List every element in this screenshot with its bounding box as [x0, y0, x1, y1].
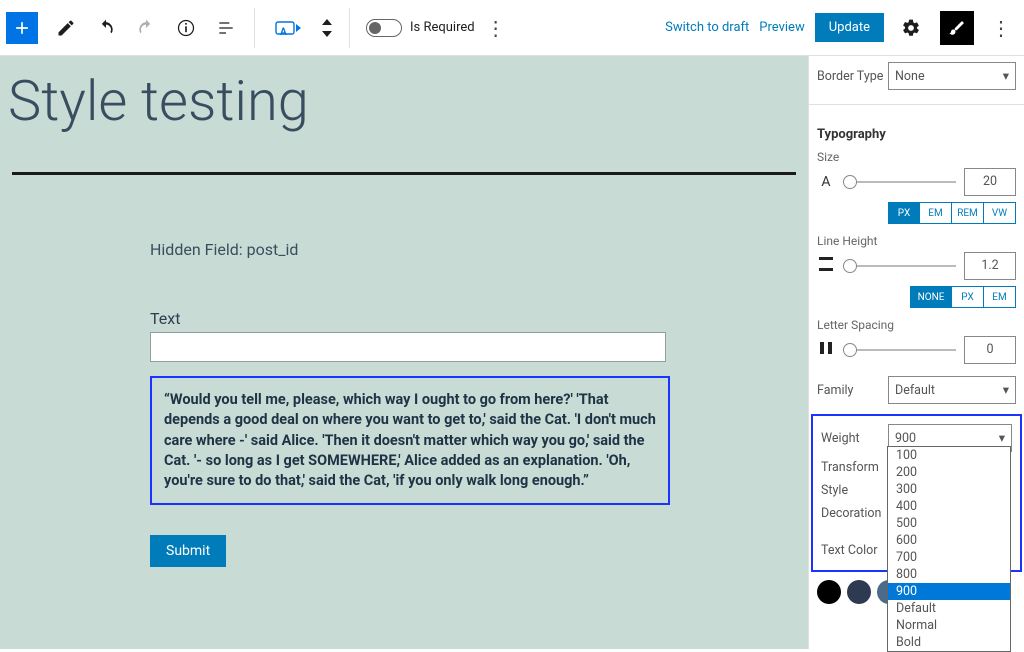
size-units: PX EM REM VW — [809, 198, 1024, 228]
edit-button[interactable] — [48, 10, 84, 46]
svg-text:A: A — [280, 27, 287, 38]
is-required-label: Is Required — [410, 20, 475, 35]
weight-option[interactable]: 200 — [888, 464, 1010, 481]
border-type-label: Border Type — [817, 69, 883, 84]
chevron-down-icon: ▾ — [1003, 68, 1009, 84]
line-height-label: Line Height — [809, 228, 1024, 250]
color-swatch[interactable] — [847, 580, 871, 604]
update-button[interactable]: Update — [815, 13, 884, 42]
form-zone: Hidden Field: post_id Text “Would you te… — [150, 240, 658, 567]
weight-option[interactable]: 700 — [888, 549, 1010, 566]
is-required-toggle[interactable] — [366, 19, 402, 37]
info-button[interactable] — [168, 10, 204, 46]
letter-spacing-value[interactable]: 0 — [964, 336, 1016, 364]
typography-heading: Typography — [809, 115, 1024, 144]
weight-option[interactable]: Normal — [888, 617, 1010, 634]
text-color-label: Text Color — [821, 543, 878, 558]
submit-button[interactable]: Submit — [150, 535, 226, 567]
weight-option[interactable]: 800 — [888, 566, 1010, 583]
weight-group-highlight: Weight 900 ▾ 100200300400500600700800900… — [811, 414, 1022, 572]
font-size-icon: A — [817, 174, 835, 190]
settings-button[interactable] — [894, 11, 928, 45]
unit-px[interactable]: PX — [888, 202, 920, 224]
weight-option[interactable]: 400 — [888, 498, 1010, 515]
lineheight-units: NONE PX EM — [809, 282, 1024, 312]
decoration-label: Decoration — [821, 506, 881, 521]
unit-lh-px[interactable]: PX — [952, 286, 984, 308]
text-label: Text — [150, 309, 658, 328]
toolbar-left: A Is Required ⋮ — [6, 8, 513, 48]
size-slider[interactable] — [843, 181, 956, 183]
transform-label: Transform — [821, 460, 879, 475]
unit-vw[interactable]: VW — [984, 202, 1016, 224]
color-swatch[interactable] — [817, 580, 841, 604]
styles-button[interactable] — [940, 11, 974, 45]
weight-dropdown: 100200300400500600700800900DefaultNormal… — [887, 446, 1011, 652]
toolbar-separator — [254, 8, 255, 48]
unit-none[interactable]: NONE — [910, 286, 952, 308]
hidden-field-label: Hidden Field: post_id — [150, 240, 658, 259]
size-label: Size — [809, 144, 1024, 166]
weight-option[interactable]: 900 — [888, 583, 1010, 600]
style-sidebar: Border Type None ▾ Typography Size A 20 … — [808, 56, 1024, 649]
top-toolbar: A Is Required ⋮ Switch to draft Preview … — [0, 0, 1024, 56]
quote-block[interactable]: “Would you tell me, please, which way I … — [150, 376, 670, 505]
chevron-down-icon: ▾ — [1003, 382, 1009, 398]
weight-option[interactable]: 300 — [888, 481, 1010, 498]
redo-button[interactable] — [128, 10, 164, 46]
unit-lh-em[interactable]: EM — [984, 286, 1016, 308]
page-hr — [12, 172, 796, 175]
editor-canvas: Style testing Hidden Field: post_id Text… — [0, 56, 808, 649]
letter-spacing-slider[interactable] — [843, 349, 956, 351]
style-label: Style — [821, 483, 848, 498]
preview-button[interactable]: Preview — [759, 20, 804, 35]
text-input[interactable] — [150, 332, 666, 362]
size-value[interactable]: 20 — [964, 168, 1016, 196]
move-up-down-button[interactable] — [315, 10, 339, 46]
switch-to-draft-button[interactable]: Switch to draft — [665, 20, 749, 35]
blocktype-button[interactable]: A — [265, 10, 311, 46]
page-title[interactable]: Style testing — [8, 68, 808, 134]
border-type-select[interactable]: None ▾ — [888, 62, 1016, 90]
main-more-menu[interactable]: ⋮ — [984, 10, 1018, 46]
block-more-menu[interactable]: ⋮ — [479, 10, 513, 46]
toolbar-right: Switch to draft Preview Update ⋮ — [665, 10, 1018, 46]
family-value: Default — [895, 383, 935, 398]
weight-option[interactable]: Bold — [888, 634, 1010, 651]
letter-spacing-icon — [817, 340, 835, 360]
chevron-down-icon: ▾ — [999, 430, 1005, 446]
border-type-value: None — [895, 69, 925, 84]
line-height-icon — [817, 256, 835, 276]
family-select[interactable]: Default ▾ — [888, 376, 1016, 404]
unit-rem[interactable]: REM — [952, 202, 984, 224]
weight-option[interactable]: 500 — [888, 515, 1010, 532]
letter-spacing-label: Letter Spacing — [809, 312, 1024, 334]
undo-button[interactable] — [88, 10, 124, 46]
weight-label: Weight — [821, 431, 860, 446]
line-height-value[interactable]: 1.2 — [964, 252, 1016, 280]
line-height-slider[interactable] — [843, 265, 956, 267]
weight-option[interactable]: Default — [888, 600, 1010, 617]
weight-option[interactable]: 600 — [888, 532, 1010, 549]
list-view-button[interactable] — [208, 10, 244, 46]
unit-em[interactable]: EM — [920, 202, 952, 224]
family-label: Family — [817, 383, 853, 398]
weight-value: 900 — [895, 431, 916, 446]
toolbar-separator-2 — [349, 8, 350, 48]
add-block-button[interactable] — [6, 12, 38, 44]
weight-option[interactable]: 100 — [888, 447, 1010, 464]
